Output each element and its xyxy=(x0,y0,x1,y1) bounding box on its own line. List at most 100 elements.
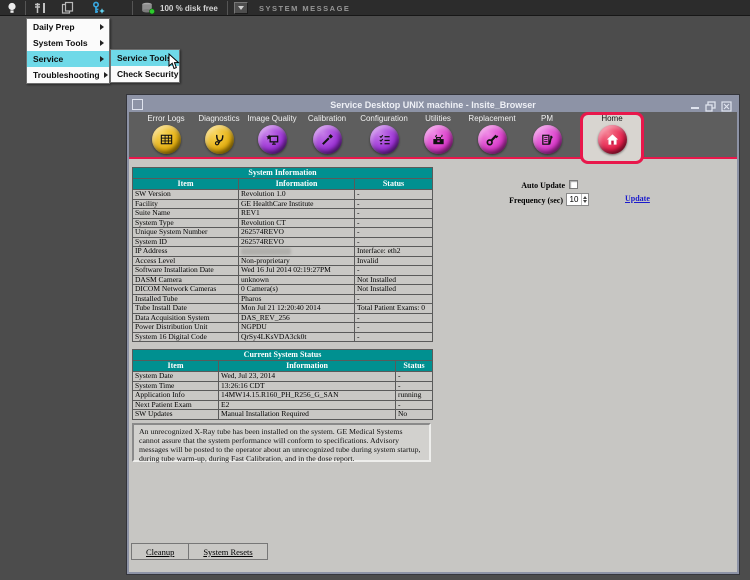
table-cell: NGPDU xyxy=(239,323,355,333)
table-row: Data Acquisition System DAS_REV_256 - xyxy=(133,313,433,323)
tab-utilities[interactable]: Utilities xyxy=(411,114,465,154)
table-cell: SW Version xyxy=(133,190,239,200)
table-row: System 16 Digital Code QrSy4LKsVDA3ck0t … xyxy=(133,332,433,342)
menu-item-label: Daily Prep xyxy=(33,19,75,35)
submenu-arrow-icon xyxy=(100,56,104,62)
tab-image-quality[interactable]: Image Quality xyxy=(245,114,299,154)
table-cell: - xyxy=(355,323,433,333)
table-row: SW Version Revolution 1.0 - xyxy=(133,190,433,200)
table-row: Facility GE HealthCare Institute - xyxy=(133,199,433,209)
table-row: IP Address Interface: eth2 xyxy=(133,247,433,257)
tab-label: Calibration xyxy=(300,114,354,123)
table-cell: Wed 16 Jul 2014 02:19:27PM xyxy=(239,266,355,276)
table-row: Power Distribution Unit NGPDU - xyxy=(133,323,433,333)
lamp-icon[interactable] xyxy=(5,1,19,15)
table-cell: - xyxy=(355,313,433,323)
table-cell: 262574REVO xyxy=(239,237,355,247)
table-cell: - xyxy=(355,209,433,219)
column-header: Status xyxy=(355,179,433,190)
utilities-icon xyxy=(424,125,453,154)
update-link[interactable]: Update xyxy=(625,194,650,203)
table-cell: 0 Camera(s) xyxy=(239,285,355,295)
menu-item-troubleshooting[interactable]: Troubleshooting xyxy=(27,67,109,83)
column-header: Status xyxy=(396,361,433,372)
table-cell: - xyxy=(355,199,433,209)
table-cell: System Time xyxy=(133,381,219,391)
menu-item-daily-prep[interactable]: Daily Prep xyxy=(27,19,109,35)
cleanup-button[interactable]: Cleanup xyxy=(132,544,188,559)
frequency-value: 10 xyxy=(567,195,581,204)
tab-calibration[interactable]: Calibration xyxy=(300,114,354,154)
table-cell: - xyxy=(355,228,433,238)
taskbar-separator xyxy=(227,1,228,15)
key-icon[interactable] xyxy=(90,1,106,15)
tab-label: Configuration xyxy=(357,114,411,123)
table-cell: - xyxy=(355,237,433,247)
table-cell: Invalid xyxy=(355,256,433,266)
table-cell: Manual Installation Required xyxy=(219,410,396,420)
system-information-table: System Information Item Information Stat… xyxy=(132,167,433,342)
frequency-label: Frequency (sec) xyxy=(509,196,563,205)
tab-configuration[interactable]: Configuration xyxy=(357,114,411,154)
table-title: System Information xyxy=(133,168,433,179)
table-cell: Pharos xyxy=(239,294,355,304)
column-header: Item xyxy=(133,179,239,190)
table-cell: GE HealthCare Institute xyxy=(239,199,355,209)
menu-item-service[interactable]: Service xyxy=(27,51,109,67)
window-menu-icon[interactable] xyxy=(132,99,143,110)
table-row: Software Installation Date Wed 16 Jul 20… xyxy=(133,266,433,276)
ip-address-redacted xyxy=(241,248,291,255)
table-row: DICOM Network Cameras 0 Camera(s) Not In… xyxy=(133,285,433,295)
table-cell: - xyxy=(396,381,433,391)
table-cell: Non-proprietary xyxy=(239,256,355,266)
frequency-spinner[interactable]: 10 xyxy=(566,193,589,206)
taskbar-separator xyxy=(25,1,26,15)
tab-home[interactable]: Home xyxy=(585,114,639,154)
error-logs-icon xyxy=(152,125,181,154)
table-row: Installed Tube Pharos - xyxy=(133,294,433,304)
tab-replacement[interactable]: Replacement xyxy=(465,114,519,154)
table-cell: Facility xyxy=(133,199,239,209)
spinner-arrows[interactable] xyxy=(581,194,588,205)
tab-error-logs[interactable]: Error Logs xyxy=(139,114,193,154)
tab-pm[interactable]: PM xyxy=(520,114,574,154)
table-row: Access Level Non-proprietary Invalid xyxy=(133,256,433,266)
table-cell: Not Installed xyxy=(355,275,433,285)
taskbar: 100 % disk free SYSTEM MESSAGE xyxy=(0,0,750,16)
dropdown-arrow-icon xyxy=(238,6,244,10)
tab-label: Diagnostics xyxy=(192,114,246,123)
current-system-status-table: Current System Status Item Information S… xyxy=(132,349,433,420)
spinner-up-icon[interactable] xyxy=(583,196,587,199)
table-cell: DICOM Network Cameras xyxy=(133,285,239,295)
close-button[interactable] xyxy=(721,99,732,110)
window-titlebar[interactable]: Service Desktop UNIX machine - Insite_Br… xyxy=(129,97,737,112)
table-header-row: Item Information Status xyxy=(133,179,433,190)
tab-label: Image Quality xyxy=(245,114,299,123)
table-row: System Type Revolution CT - xyxy=(133,218,433,228)
tab-label: PM xyxy=(520,114,574,123)
system-resets-button[interactable]: System Resets xyxy=(188,544,266,559)
tools-icon[interactable] xyxy=(33,1,48,15)
menu-item-system-tools[interactable]: System Tools xyxy=(27,35,109,51)
disk-icon[interactable] xyxy=(140,1,156,15)
table-cell: - xyxy=(355,266,433,276)
table-cell: Wed, Jul 23, 2014 xyxy=(219,372,396,382)
minimize-button[interactable] xyxy=(691,99,701,110)
clipboard-icon[interactable] xyxy=(60,1,75,15)
table-cell: DASM Camera xyxy=(133,275,239,285)
table-cell: Installed Tube xyxy=(133,294,239,304)
ip-address-value xyxy=(239,247,355,257)
table-cell: running xyxy=(396,391,433,401)
dropdown-arrow-button[interactable] xyxy=(234,1,248,15)
table-cell: System Date xyxy=(133,372,219,382)
tab-diagnostics[interactable]: Diagnostics xyxy=(192,114,246,154)
main-menu: Daily Prep System Tools Service Troubles… xyxy=(26,18,110,84)
maximize-button[interactable] xyxy=(705,99,716,110)
table-row: Suite Name REV1 - xyxy=(133,209,433,219)
table-cell: IP Address xyxy=(133,247,239,257)
spinner-down-icon[interactable] xyxy=(583,200,587,203)
auto-update-checkbox[interactable] xyxy=(569,180,578,189)
table-cell: Revolution CT xyxy=(239,218,355,228)
menu-item-label: System Tools xyxy=(33,35,88,51)
table-row: Application Info 14MW14.15.R160_PH_R256_… xyxy=(133,391,433,401)
